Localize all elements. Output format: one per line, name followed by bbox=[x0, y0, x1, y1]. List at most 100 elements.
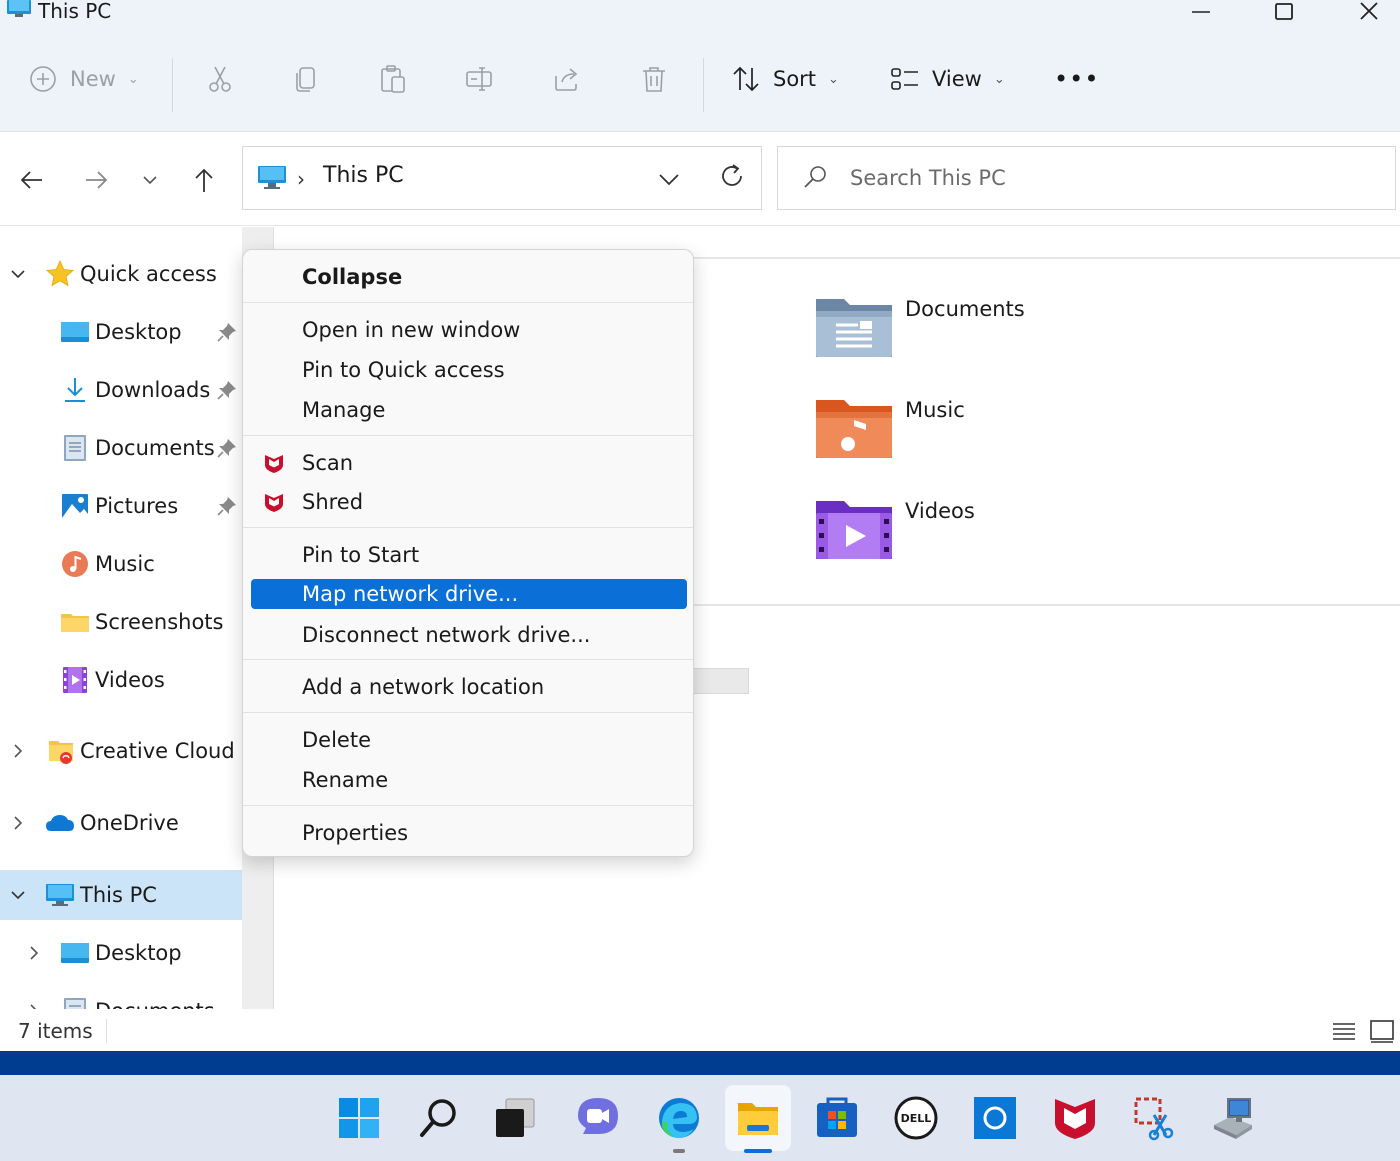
breadcrumb-this-pc[interactable]: This PC bbox=[323, 163, 404, 188]
back-button[interactable] bbox=[12, 160, 52, 200]
cortana-icon bbox=[974, 1097, 1016, 1139]
folder-videos[interactable]: Videos bbox=[814, 497, 1194, 577]
menu-item-delete[interactable]: Delete bbox=[251, 724, 687, 756]
menu-item-add-network-location[interactable]: Add a network location bbox=[251, 671, 687, 703]
address-bar[interactable]: › This PC bbox=[242, 146, 762, 210]
menu-item-properties[interactable]: Properties bbox=[251, 817, 687, 849]
context-menu: Collapse Open in new window Pin to Quick… bbox=[242, 249, 694, 857]
rename-icon bbox=[466, 67, 492, 91]
chevron-right-icon[interactable] bbox=[24, 943, 44, 963]
chevron-right-icon[interactable] bbox=[24, 1001, 44, 1009]
chevron-down-icon[interactable] bbox=[655, 165, 683, 193]
divider bbox=[172, 58, 173, 112]
sidebar-item-creative-cloud-files[interactable]: Creative Cloud Fi bbox=[0, 727, 242, 775]
document-icon bbox=[64, 435, 86, 461]
sidebar-item-desktop[interactable]: Desktop bbox=[0, 308, 242, 356]
group-divider bbox=[692, 257, 1400, 259]
menu-item-pin-quick-access[interactable]: Pin to Quick access bbox=[251, 354, 687, 386]
sidebar-item-downloads[interactable]: Downloads bbox=[0, 366, 242, 414]
menu-item-shred[interactable]: Shred bbox=[251, 486, 687, 518]
menu-item-open-new-window[interactable]: Open in new window bbox=[251, 314, 687, 346]
dell-icon: DELL bbox=[894, 1096, 938, 1140]
chevron-right-icon[interactable] bbox=[8, 741, 28, 761]
document-icon bbox=[64, 998, 86, 1009]
sidebar-item-this-pc-documents[interactable]: Documents bbox=[0, 987, 242, 1009]
see-more-button[interactable]: ••• bbox=[1054, 26, 1099, 132]
details-view-icon[interactable] bbox=[1330, 1017, 1358, 1045]
paste-button[interactable] bbox=[378, 26, 408, 132]
recent-locations-button[interactable] bbox=[130, 160, 170, 200]
menu-item-manage[interactable]: Manage bbox=[251, 394, 687, 426]
chat-button[interactable] bbox=[565, 1085, 631, 1151]
sidebar-item-music[interactable]: Music bbox=[0, 540, 242, 588]
refresh-icon[interactable] bbox=[717, 161, 747, 191]
minimize-button[interactable] bbox=[1178, 0, 1224, 26]
sidebar-item-screenshots[interactable]: Screenshots bbox=[0, 598, 242, 646]
menu-item-scan[interactable]: Scan bbox=[251, 447, 687, 479]
folder-icon bbox=[61, 614, 89, 632]
folder-music[interactable]: Music bbox=[814, 396, 1194, 476]
menu-item-disconnect-network-drive[interactable]: Disconnect network drive... bbox=[251, 619, 687, 651]
menu-item-rename[interactable]: Rename bbox=[251, 764, 687, 796]
search-button[interactable] bbox=[406, 1085, 472, 1151]
snipping-tool-button[interactable] bbox=[1122, 1085, 1188, 1151]
arrow-left-icon bbox=[20, 171, 42, 189]
chevron-down-icon bbox=[143, 176, 157, 185]
menu-item-collapse[interactable]: Collapse bbox=[251, 261, 687, 293]
group-divider bbox=[692, 604, 1400, 606]
music-icon bbox=[62, 551, 88, 577]
sidebar-item-quick-access[interactable]: Quick access bbox=[0, 250, 242, 298]
view-label: View bbox=[932, 67, 982, 91]
share-button[interactable] bbox=[552, 26, 582, 132]
mcafee-button[interactable] bbox=[1042, 1085, 1108, 1151]
sidebar-item-this-pc-desktop[interactable]: Desktop bbox=[0, 929, 242, 977]
documents-folder-icon bbox=[816, 299, 892, 357]
cut-button[interactable] bbox=[205, 26, 235, 132]
search-input[interactable] bbox=[850, 161, 1370, 195]
edge-button[interactable] bbox=[646, 1085, 712, 1153]
folder-documents[interactable]: Documents bbox=[814, 295, 1194, 375]
sidebar-item-pictures[interactable]: Pictures bbox=[0, 482, 242, 530]
creative-cloud-folder-icon bbox=[49, 741, 73, 764]
up-button[interactable] bbox=[184, 160, 224, 200]
task-view-button[interactable] bbox=[482, 1085, 548, 1151]
rename-button[interactable] bbox=[465, 26, 495, 132]
drive-usage-bar bbox=[692, 668, 749, 694]
large-icons-view-icon[interactable] bbox=[1368, 1017, 1396, 1045]
this-pc-icon bbox=[258, 166, 286, 189]
chevron-down-icon[interactable] bbox=[8, 264, 28, 284]
item-count: 7 items bbox=[18, 1019, 93, 1043]
sidebar-item-onedrive[interactable]: OneDrive bbox=[0, 799, 242, 847]
search-box[interactable] bbox=[777, 146, 1396, 210]
file-explorer-button[interactable] bbox=[725, 1085, 791, 1153]
copy-button[interactable] bbox=[292, 26, 322, 132]
cortana-button[interactable] bbox=[962, 1085, 1028, 1151]
divider bbox=[703, 58, 704, 112]
forward-button[interactable] bbox=[76, 160, 116, 200]
command-bar: New ⌄ Sort ⌄ View ⌄ ••• bbox=[0, 26, 1400, 132]
network-app-button[interactable] bbox=[1200, 1085, 1266, 1151]
sidebar-item-label: This PC bbox=[80, 883, 157, 907]
windows-start-button[interactable] bbox=[326, 1085, 392, 1151]
sidebar-item-label: OneDrive bbox=[80, 811, 179, 835]
view-button[interactable]: View ⌄ bbox=[890, 26, 1005, 132]
download-arrow-icon bbox=[65, 378, 85, 402]
chevron-down-icon[interactable] bbox=[8, 885, 28, 905]
close-button[interactable] bbox=[1346, 0, 1392, 26]
dell-button[interactable]: DELL bbox=[883, 1085, 949, 1151]
maximize-button[interactable] bbox=[1261, 0, 1307, 26]
menu-separator bbox=[243, 435, 693, 436]
sidebar-item-videos[interactable]: Videos bbox=[0, 656, 242, 704]
chevron-right-icon[interactable] bbox=[8, 813, 28, 833]
new-button[interactable]: New ⌄ bbox=[28, 26, 139, 132]
delete-button[interactable] bbox=[639, 26, 669, 132]
taskbar: DELL bbox=[0, 1075, 1400, 1161]
share-icon bbox=[555, 68, 578, 91]
sidebar-item-this-pc[interactable]: This PC bbox=[0, 870, 242, 920]
menu-item-pin-start[interactable]: Pin to Start bbox=[251, 539, 687, 571]
microsoft-store-button[interactable] bbox=[804, 1085, 870, 1151]
menu-separator bbox=[243, 805, 693, 806]
menu-item-map-network-drive[interactable]: Map network drive... bbox=[251, 579, 687, 609]
sidebar-item-documents[interactable]: Documents bbox=[0, 424, 242, 472]
sort-button[interactable]: Sort ⌄ bbox=[731, 26, 839, 132]
